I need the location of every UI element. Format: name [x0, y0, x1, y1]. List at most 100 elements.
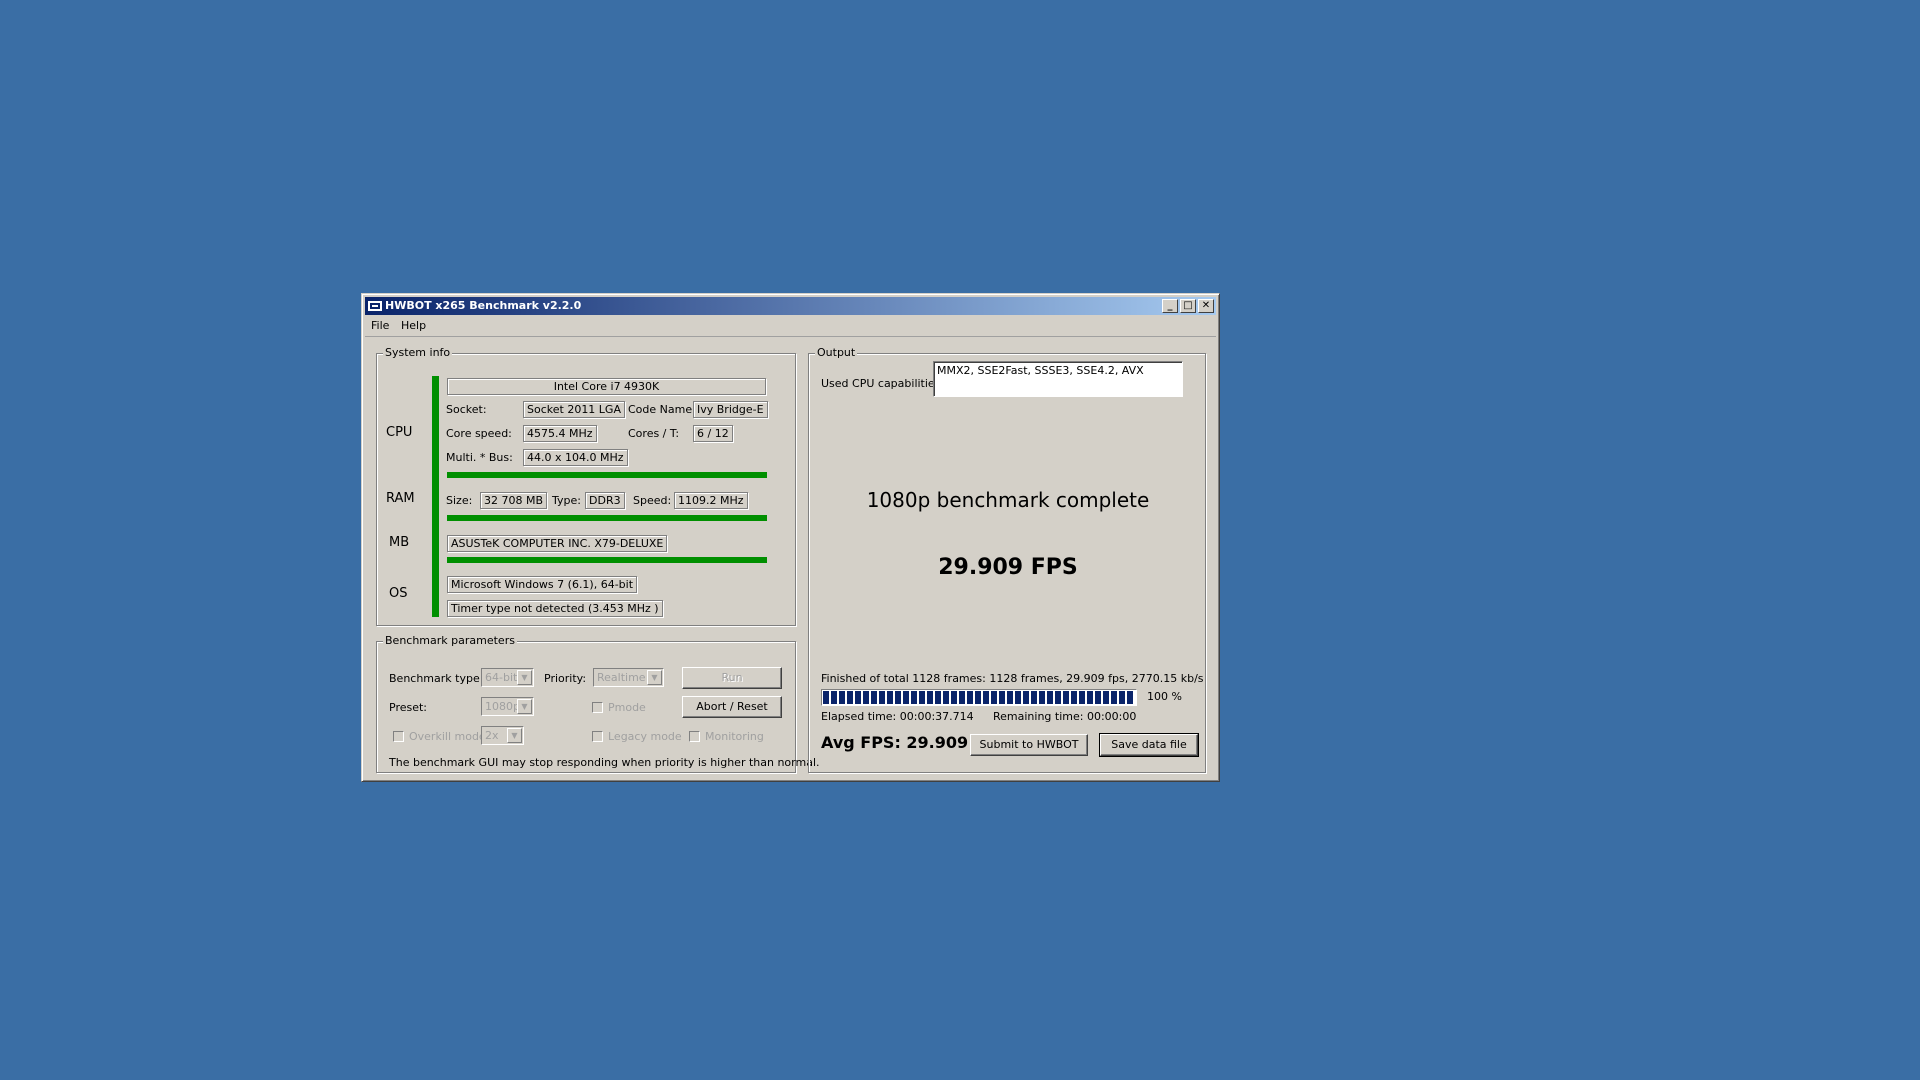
codename-field: Ivy Bridge-E [693, 401, 768, 418]
progress-segment [975, 691, 981, 704]
progress-segment [991, 691, 997, 704]
maximize-button[interactable]: □ [1180, 299, 1196, 313]
progress-segment [831, 691, 837, 704]
priority-warning-text: The benchmark GUI may stop responding wh… [389, 756, 820, 769]
progress-segment [1007, 691, 1013, 704]
window-title: HWBOT x265 Benchmark v2.2.0 [385, 299, 582, 312]
benchmark-type-select[interactable]: 64-bit ▼ [481, 668, 534, 687]
progress-segment [1095, 691, 1101, 704]
remaining-time-text: Remaining time: 00:00:00 [993, 710, 1137, 723]
codename-label: Code Name: [628, 403, 696, 416]
cpu-section-label: CPU [386, 425, 413, 440]
save-data-file-button[interactable]: Save data file [1099, 733, 1199, 757]
checkbox-box-icon [689, 731, 700, 742]
cpu-name-field: Intel Core i7 4930K [447, 378, 766, 395]
abort-reset-button[interactable]: Abort / Reset [682, 696, 782, 718]
progress-segment [871, 691, 877, 704]
minimize-button[interactable]: _ [1162, 299, 1178, 313]
monitoring-label: Monitoring [705, 730, 764, 743]
benchmark-type-label: Benchmark type: [389, 672, 484, 685]
progress-segment [863, 691, 869, 704]
checkbox-box-icon [592, 731, 603, 742]
overkill-multiplier-select[interactable]: 2x ▼ [481, 726, 524, 745]
progress-segment [823, 691, 829, 704]
ram-type-label: Type: [552, 494, 581, 507]
motherboard-field: ASUSTeK COMPUTER INC. X79-DELUXE [447, 535, 668, 552]
progress-segment [1023, 691, 1029, 704]
benchmark-status-text: 1080p benchmark complete [866, 488, 1150, 512]
progress-segment [1031, 691, 1037, 704]
overkill-multiplier-value: 2x [485, 729, 499, 742]
vertical-status-bar [432, 376, 439, 617]
progress-bar [821, 689, 1137, 706]
progress-segment [927, 691, 933, 704]
preset-value: 1080p [485, 700, 520, 713]
progress-segment [943, 691, 949, 704]
overkill-mode-checkbox[interactable]: Overkill mode [393, 730, 486, 743]
core-speed-field: 4575.4 MHz [523, 425, 597, 442]
app-icon [368, 301, 382, 311]
title-bar[interactable]: HWBOT x265 Benchmark v2.2.0 _ □ ✕ [365, 297, 1216, 315]
pmode-checkbox[interactable]: Pmode [592, 701, 646, 714]
menu-bar: File Help [365, 316, 1216, 337]
checkbox-box-icon [592, 702, 603, 713]
progress-segment [1119, 691, 1125, 704]
os-section-label: OS [389, 586, 408, 601]
progress-segment [1079, 691, 1085, 704]
avg-fps-text: Avg FPS: 29.909 [821, 733, 969, 752]
progress-segment [935, 691, 941, 704]
chevron-down-icon: ▼ [647, 670, 662, 685]
chevron-down-icon: ▼ [517, 670, 532, 685]
ram-mb-separator [447, 515, 767, 521]
progress-segment [887, 691, 893, 704]
progress-segment [999, 691, 1005, 704]
progress-segment [855, 691, 861, 704]
cores-field: 6 / 12 [693, 425, 733, 442]
monitoring-checkbox[interactable]: Monitoring [689, 730, 764, 743]
progress-segment [951, 691, 957, 704]
progress-segment [879, 691, 885, 704]
system-info-legend: System info [383, 346, 453, 359]
core-speed-label: Core speed: [446, 427, 512, 440]
progress-segment [847, 691, 853, 704]
fps-result-text: 29.909 FPS [938, 555, 1078, 580]
progress-segment [903, 691, 909, 704]
ram-section-label: RAM [386, 491, 415, 506]
frames-info-text: Finished of total 1128 frames: 1128 fram… [821, 672, 1204, 685]
submit-to-hwbot-button[interactable]: Submit to HWBOT [970, 734, 1088, 756]
priority-select[interactable]: Realtime ▼ [593, 668, 664, 687]
progress-percent-text: 100 % [1147, 690, 1182, 703]
chevron-down-icon: ▼ [517, 699, 532, 714]
run-button[interactable]: Run [682, 667, 782, 689]
progress-segment [1127, 691, 1133, 704]
cpu-capabilities-label: Used CPU capabilities: [821, 377, 945, 390]
mb-section-label: MB [389, 535, 410, 550]
cpu-ram-separator [447, 472, 767, 478]
ram-type-field: DDR3 [585, 492, 625, 509]
socket-field: Socket 2011 LGA [523, 401, 625, 418]
progress-segment [1055, 691, 1061, 704]
legacy-mode-checkbox[interactable]: Legacy mode [592, 730, 682, 743]
menu-file[interactable]: File [371, 319, 389, 332]
timer-field: Timer type not detected (3.453 MHz ) [447, 600, 663, 617]
overkill-mode-label: Overkill mode [409, 730, 486, 743]
cpu-capabilities-box: MMX2, SSE2Fast, SSSE3, SSE4.2, AVX [933, 361, 1183, 397]
output-legend: Output [815, 346, 858, 359]
progress-segment [895, 691, 901, 704]
progress-segment [839, 691, 845, 704]
socket-label: Socket: [446, 403, 487, 416]
progress-segment [911, 691, 917, 704]
preset-select[interactable]: 1080p ▼ [481, 697, 534, 716]
benchmark-params-group: Benchmark parameters Benchmark type: 64-… [376, 634, 820, 773]
benchmark-window: HWBOT x265 Benchmark v2.2.0 _ □ ✕ File H… [361, 293, 1220, 782]
ram-size-field: 32 708 MB [480, 492, 548, 509]
progress-segment [1047, 691, 1053, 704]
progress-segment [919, 691, 925, 704]
mb-os-separator [447, 557, 767, 563]
menu-help[interactable]: Help [401, 319, 426, 332]
multi-bus-label: Multi. * Bus: [446, 451, 513, 464]
chevron-down-icon: ▼ [507, 728, 522, 743]
progress-segment [1039, 691, 1045, 704]
os-field: Microsoft Windows 7 (6.1), 64-bit [447, 576, 638, 593]
close-button[interactable]: ✕ [1198, 299, 1214, 313]
